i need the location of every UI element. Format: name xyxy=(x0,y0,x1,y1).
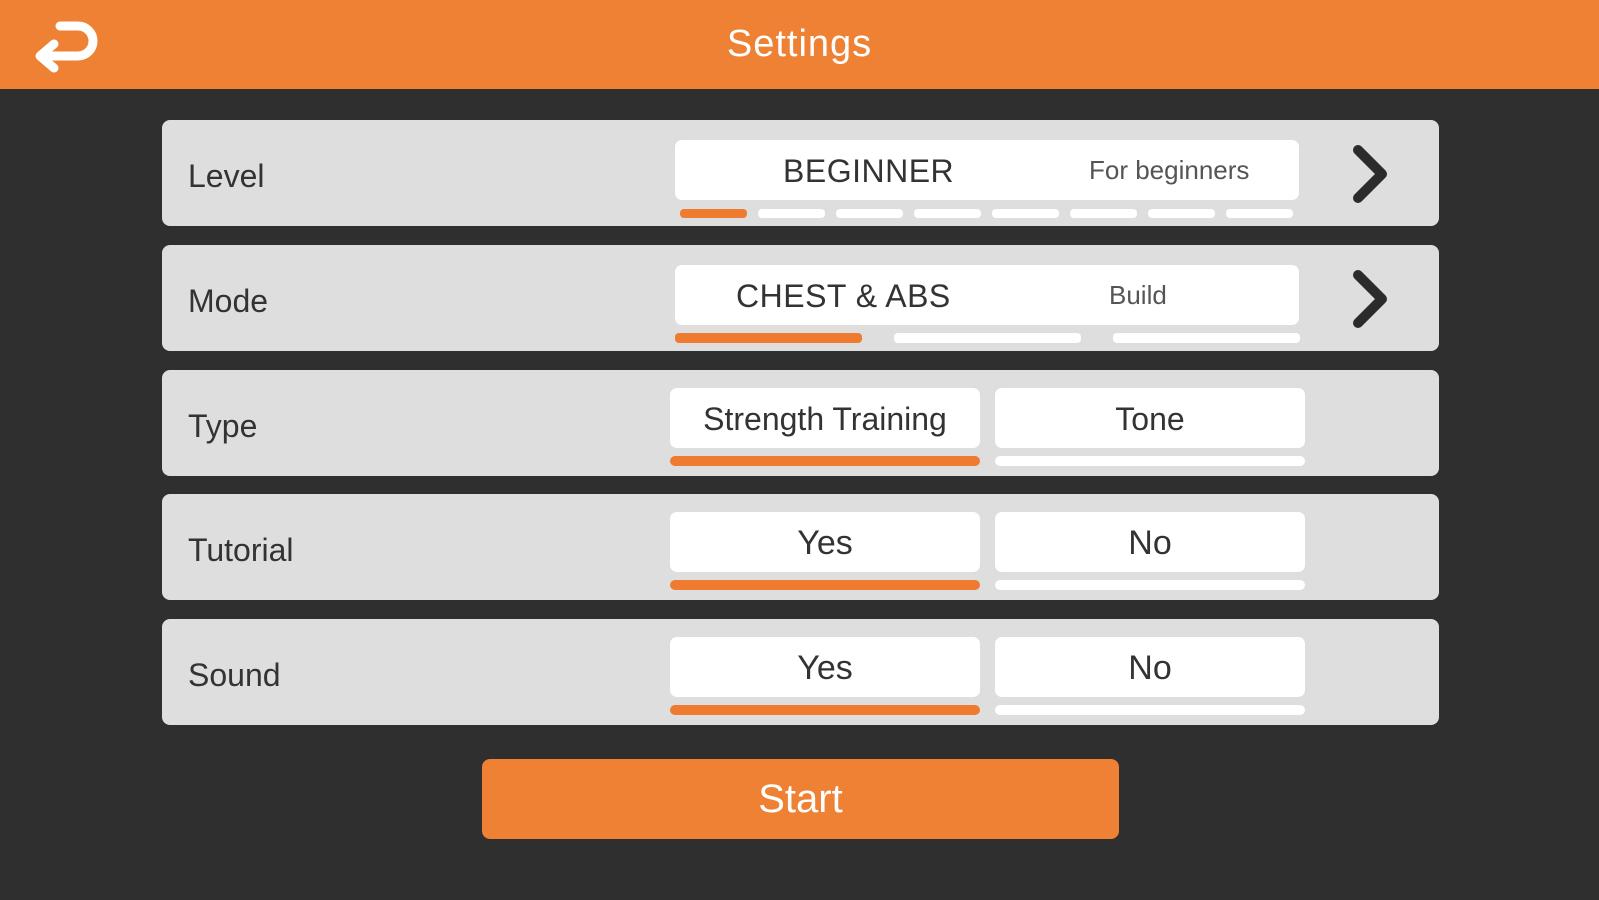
type-option-strength-training-indicator xyxy=(670,456,980,466)
mode-label: Mode xyxy=(188,283,269,319)
level-indicator-8 xyxy=(1226,209,1293,218)
sound-option-no-indicator xyxy=(995,705,1305,715)
sound-option-yes-indicator xyxy=(670,705,980,715)
mode-next-button[interactable] xyxy=(1342,267,1398,331)
level-indicator-5 xyxy=(992,209,1059,218)
tutorial-option-no-indicator xyxy=(995,580,1305,590)
level-indicator-1 xyxy=(680,209,747,218)
chevron-right-icon xyxy=(1353,270,1387,328)
tutorial-option-yes[interactable]: Yes xyxy=(670,512,980,572)
level-indicator-6 xyxy=(1070,209,1137,218)
level-indicator-7 xyxy=(1148,209,1215,218)
type-row: Type Strength Training Tone xyxy=(162,370,1439,476)
level-value: BEGINNER xyxy=(783,153,955,189)
mode-indicator-1 xyxy=(675,333,862,343)
type-option-strength-training[interactable]: Strength Training xyxy=(670,388,980,448)
app-header: Settings xyxy=(0,0,1599,89)
mode-value-box[interactable]: CHEST & ABS Build xyxy=(675,265,1299,325)
level-label: Level xyxy=(188,158,265,194)
level-indicator-3 xyxy=(836,209,903,218)
level-row: Level BEGINNER For beginners xyxy=(162,120,1439,226)
type-label: Type xyxy=(188,408,258,444)
mode-description: Build xyxy=(1109,280,1167,310)
level-value-box[interactable]: BEGINNER For beginners xyxy=(675,140,1299,200)
mode-indicator-3 xyxy=(1113,333,1300,343)
sound-option-no[interactable]: No xyxy=(995,637,1305,697)
level-indicator-4 xyxy=(914,209,981,218)
level-next-button[interactable] xyxy=(1342,142,1398,206)
sound-option-yes[interactable]: Yes xyxy=(670,637,980,697)
sound-label: Sound xyxy=(188,657,281,693)
chevron-right-icon xyxy=(1353,145,1387,203)
mode-row: Mode CHEST & ABS Build xyxy=(162,245,1439,351)
level-indicator-2 xyxy=(758,209,825,218)
start-button[interactable]: Start xyxy=(482,759,1119,839)
level-description: For beginners xyxy=(1089,155,1250,185)
tutorial-option-yes-indicator xyxy=(670,580,980,590)
mode-indicator-2 xyxy=(894,333,1081,343)
tutorial-label: Tutorial xyxy=(188,532,294,568)
page-title: Settings xyxy=(726,23,873,65)
type-option-tone[interactable]: Tone xyxy=(995,388,1305,448)
type-option-tone-indicator xyxy=(995,456,1305,466)
tutorial-row: Tutorial Yes No xyxy=(162,494,1439,600)
sound-row: Sound Yes No xyxy=(162,619,1439,725)
tutorial-option-no[interactable]: No xyxy=(995,512,1305,572)
mode-value: CHEST & ABS xyxy=(736,278,951,314)
